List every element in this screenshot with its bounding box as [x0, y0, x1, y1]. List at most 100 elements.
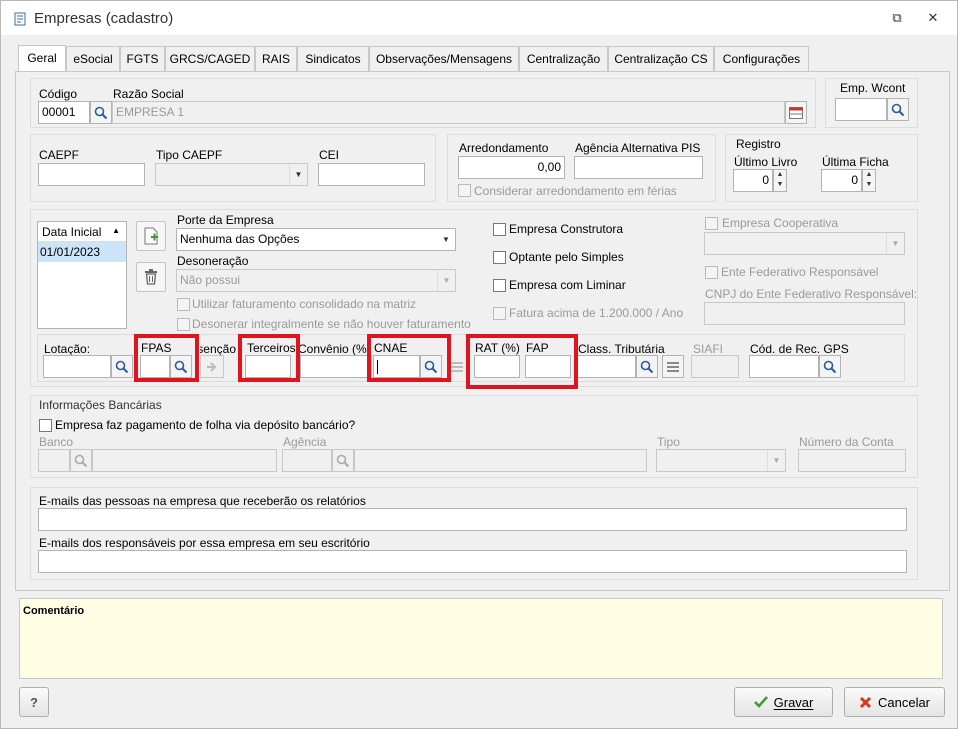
arredondamento-label: Arredondamento — [459, 141, 549, 155]
fatura-checkbox[interactable] — [493, 307, 506, 320]
cnpj-ente-input[interactable] — [704, 302, 905, 325]
gps-search-button[interactable] — [819, 355, 841, 378]
banco-search-button[interactable] — [70, 449, 92, 472]
convenio-input[interactable] — [300, 355, 372, 378]
tab-observacoes[interactable]: Observações/Mensagens — [369, 46, 519, 71]
desoneracao-value: Não possui — [180, 273, 241, 287]
desonerar-label: Desonerar integralmente se não houver fa… — [192, 317, 471, 331]
razao-input[interactable]: EMPRESA 1 — [112, 101, 785, 124]
ultima-ficha-spinner[interactable]: ▲ ▼ — [862, 169, 876, 192]
agencia-code-input[interactable] — [282, 449, 332, 472]
sort-up-icon: ▲ — [112, 226, 120, 235]
ferias-checkbox[interactable] — [458, 184, 471, 197]
cooperativa-label: Empresa Cooperativa — [722, 216, 839, 230]
agencia-pis-label: Agência Alternativa PIS — [575, 141, 701, 155]
banco-name-input[interactable] — [92, 449, 277, 472]
cei-label: CEI — [319, 148, 340, 162]
table-icon — [789, 106, 803, 119]
close-icon — [859, 696, 872, 708]
codigo-search-button[interactable] — [90, 101, 112, 124]
restore-button[interactable]: ⧉ — [890, 11, 904, 25]
periodo-row[interactable]: 01/01/2023 — [38, 242, 126, 262]
trash-icon — [145, 269, 157, 285]
banco-code-input[interactable] — [38, 449, 70, 472]
list-icon — [451, 361, 463, 372]
conta-label: Número da Conta — [799, 435, 894, 449]
tipo-caepf-select[interactable]: ▼ — [155, 163, 308, 186]
gps-input[interactable] — [749, 355, 819, 378]
check-icon — [753, 696, 768, 708]
caepf-label: CAEPF — [39, 148, 80, 162]
simples-label: Optante pelo Simples — [509, 250, 624, 264]
conta-input[interactable] — [798, 449, 906, 472]
tab-rais[interactable]: RAIS — [255, 46, 297, 71]
caepf-input[interactable] — [38, 163, 145, 186]
cancelar-button[interactable]: Cancelar — [844, 687, 945, 717]
tab-centralizacao-cs[interactable]: Centralização CS — [608, 46, 714, 71]
emails-resp-input[interactable] — [38, 550, 907, 573]
construtora-checkbox[interactable] — [493, 223, 506, 236]
cooperativa-select[interactable]: ▼ — [704, 232, 905, 255]
comentario-label: Comentário — [23, 605, 85, 617]
deposito-checkbox[interactable] — [39, 419, 52, 432]
ente-checkbox[interactable] — [705, 266, 718, 279]
lotacao-search-button[interactable] — [111, 355, 133, 378]
ultima-ficha-input[interactable]: 0 — [821, 169, 862, 192]
razao-table-button[interactable] — [785, 101, 807, 124]
agencia-label: Agência — [283, 435, 327, 449]
periodo-header[interactable]: Data Inicial ▲ — [38, 222, 126, 242]
gravar-button[interactable]: Gravar — [734, 687, 833, 717]
ferias-label: Considerar arredondamento em férias — [474, 184, 677, 198]
tab-configuracoes[interactable]: Configurações — [714, 46, 809, 71]
tab-sindicatos[interactable]: Sindicatos — [297, 46, 369, 71]
gravar-label: Gravar — [773, 694, 814, 710]
codigo-input[interactable]: 00001 — [38, 101, 90, 124]
isencao-button[interactable] — [200, 355, 224, 378]
periodo-list[interactable]: Data Inicial ▲ 01/01/2023 — [37, 221, 127, 329]
lotacao-input[interactable] — [43, 355, 111, 378]
tab-centralizacao[interactable]: Centralização — [519, 46, 608, 71]
tab-geral[interactable]: Geral — [18, 45, 66, 72]
lotacao-label: Lotação: — [44, 342, 91, 356]
search-icon — [74, 454, 88, 467]
desoneracao-select[interactable]: Não possui ▼ — [176, 269, 456, 292]
ente-label: Ente Federativo Responsável — [721, 265, 879, 279]
isencao-label: Isenção — [200, 342, 236, 356]
class-tributaria-input[interactable] — [577, 355, 636, 378]
tab-fgts[interactable]: FGTS — [120, 46, 165, 71]
cei-input[interactable] — [318, 163, 425, 186]
ultimo-livro-spinner[interactable]: ▲ ▼ — [773, 169, 787, 192]
siafi-input[interactable] — [691, 355, 739, 378]
tab-grcs-caged[interactable]: GRCS/CAGED — [165, 46, 255, 71]
comentario-textarea[interactable]: Comentário — [19, 598, 943, 679]
tipo-label: Tipo — [657, 435, 680, 449]
agencia-pis-input[interactable] — [574, 156, 703, 179]
banco-label: Banco — [39, 435, 74, 449]
tab-esocial[interactable]: eSocial — [66, 46, 120, 71]
agencia-name-input[interactable] — [354, 449, 647, 472]
delete-periodo-button[interactable] — [136, 262, 166, 292]
add-periodo-button[interactable] — [136, 221, 166, 251]
help-button[interactable]: ? — [19, 687, 49, 717]
tipo-select[interactable]: ▼ — [656, 449, 786, 472]
porte-select[interactable]: Nenhuma das Opções ▼ — [176, 228, 456, 251]
simples-checkbox[interactable] — [493, 251, 506, 264]
wcont-search-button[interactable] — [887, 98, 909, 121]
ultima-ficha-label: Última Ficha — [822, 155, 889, 169]
faturamento-label: Utilizar faturamento consolidado na matr… — [192, 297, 417, 311]
cooperativa-checkbox[interactable] — [705, 217, 718, 230]
liminar-checkbox[interactable] — [493, 279, 506, 292]
class-tributaria-list-button[interactable] — [662, 355, 684, 378]
arredondamento-input[interactable]: 0,00 — [458, 156, 565, 179]
class-tributaria-search-button[interactable] — [636, 355, 658, 378]
class-tributaria-label: Class. Tributária — [578, 342, 665, 356]
emails-pessoas-input[interactable] — [38, 508, 907, 531]
desonerar-checkbox[interactable] — [177, 318, 190, 331]
ultimo-livro-input[interactable]: 0 — [733, 169, 773, 192]
close-button[interactable]: ✕ — [926, 11, 940, 25]
agencia-search-button[interactable] — [332, 449, 354, 472]
faturamento-checkbox[interactable] — [177, 298, 190, 311]
arrow-icon — [207, 361, 217, 372]
wcont-input[interactable] — [835, 98, 887, 121]
liminar-label: Empresa com Liminar — [509, 278, 626, 292]
